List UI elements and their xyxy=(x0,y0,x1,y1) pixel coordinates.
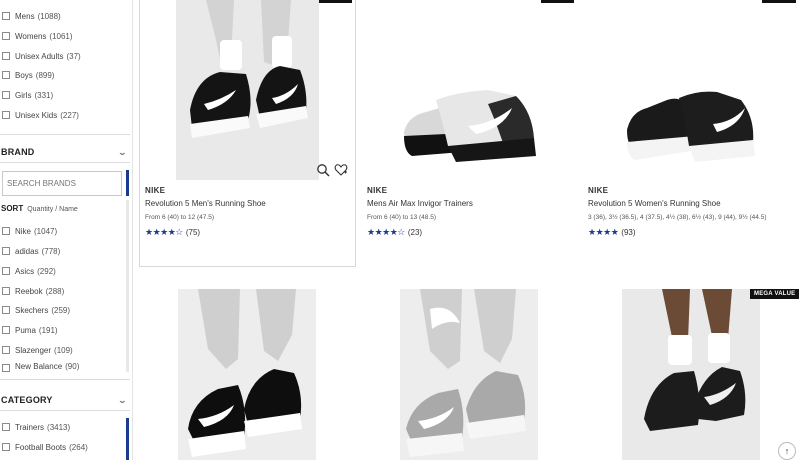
product-name[interactable]: Revolution 5 Men's Running Shoe xyxy=(145,199,266,208)
brand-search-input[interactable] xyxy=(2,171,122,196)
sort-label: SORT xyxy=(1,204,24,213)
rating-stars: ★★★★☆ xyxy=(367,227,405,237)
checkbox[interactable] xyxy=(2,326,10,334)
filter-gender-womens[interactable]: Womens (1061) xyxy=(2,29,73,43)
checkbox[interactable] xyxy=(2,91,10,99)
checkbox[interactable] xyxy=(2,306,10,314)
brand-list-scrollbar[interactable] xyxy=(126,200,129,372)
product-photo xyxy=(176,0,319,180)
product-image[interactable] xyxy=(622,289,760,460)
checkbox[interactable] xyxy=(2,423,10,431)
chevron-down-icon[interactable]: ⌄ xyxy=(118,396,128,405)
product-brand: NIKE xyxy=(588,186,609,195)
divider xyxy=(0,379,130,380)
filter-brand-skechers[interactable]: Skechers (259) xyxy=(2,303,70,317)
product-rating: ★★★★☆ (23) xyxy=(367,227,422,238)
product-sizes: From 6 (40) to 13 (48.5) xyxy=(367,214,436,221)
filter-gender-girls[interactable]: Girls (331) xyxy=(2,88,53,102)
review-count: (93) xyxy=(621,228,636,237)
product-rating: ★★★★ (93) xyxy=(588,227,636,238)
brand-section-header[interactable]: BRAND ⌄ xyxy=(0,144,130,160)
checkbox[interactable] xyxy=(2,267,10,275)
filter-brand-asics[interactable]: Asics (292) xyxy=(2,264,56,278)
review-count: (23) xyxy=(407,228,423,237)
checkbox[interactable] xyxy=(2,111,10,119)
product-photo xyxy=(400,289,538,460)
filter-gender-mens[interactable]: Mens (1088) xyxy=(2,9,61,23)
category-section-title: CATEGORY xyxy=(1,395,53,405)
product-photo xyxy=(622,289,760,460)
filter-gender-boys[interactable]: Boys (899) xyxy=(2,68,54,82)
checkbox[interactable] xyxy=(2,443,10,451)
mega-value-badge: MEGA VALUE xyxy=(750,289,800,299)
product-photo xyxy=(404,90,536,162)
category-list-scroll-thumb[interactable] xyxy=(126,418,129,460)
product-rating: ★★★★☆ (75) xyxy=(145,227,200,238)
heart-plus-icon[interactable] xyxy=(334,163,348,177)
product-photo xyxy=(627,91,755,162)
filter-brand-new-balance[interactable]: New Balance (90) xyxy=(2,362,79,373)
product-name[interactable]: Revolution 5 Women's Running Shoe xyxy=(588,199,721,208)
category-section-header[interactable]: CATEGORY ⌄ xyxy=(0,392,130,408)
filter-brand-nike[interactable]: Nike (1047) xyxy=(2,224,57,238)
sort-options[interactable]: Quantity / Name xyxy=(27,206,78,213)
product-image[interactable] xyxy=(178,289,316,460)
checkbox[interactable] xyxy=(2,346,10,354)
rating-stars: ★★★★☆ xyxy=(145,227,183,237)
brand-search-scroll-thumb[interactable] xyxy=(126,170,129,196)
divider xyxy=(0,410,130,411)
filter-gender-unisex-adults[interactable]: Unisex Adults (37) xyxy=(2,49,81,63)
filter-brand-slazenger[interactable]: Slazenger (109) xyxy=(2,343,73,357)
checkbox[interactable] xyxy=(2,12,10,20)
brand-section-title: BRAND xyxy=(1,147,35,157)
product-image[interactable] xyxy=(396,0,541,180)
product-photo xyxy=(178,289,316,460)
search-icon[interactable] xyxy=(316,163,330,177)
rating-stars: ★★★★ xyxy=(588,227,619,237)
checkbox[interactable] xyxy=(2,32,10,40)
chevron-down-icon[interactable]: ⌄ xyxy=(118,148,128,157)
checkbox[interactable] xyxy=(2,287,10,295)
checkbox[interactable] xyxy=(2,247,10,255)
arrow-up-icon[interactable]: ↑ xyxy=(778,442,796,460)
checkbox[interactable] xyxy=(2,52,10,60)
product-image[interactable] xyxy=(617,0,762,180)
filter-category-trainers[interactable]: Trainers (3413) xyxy=(2,420,70,434)
checkbox[interactable] xyxy=(2,71,10,79)
filter-brand-reebok[interactable]: Reebok (288) xyxy=(2,284,64,298)
product-sizes: From 6 (40) to 12 (47.5) xyxy=(145,214,214,221)
product-sizes: 3 (36), 3½ (36.5), 4 (37.5), 4½ (38), 6½… xyxy=(588,214,767,221)
divider xyxy=(0,162,130,163)
back-to-top-label: ↑ xyxy=(784,446,790,456)
filter-brand-adidas[interactable]: adidas (778) xyxy=(2,244,60,258)
brand-sort-row[interactable]: SORT Quantity / Name xyxy=(1,204,78,213)
divider xyxy=(0,134,130,135)
review-count: (75) xyxy=(185,228,201,237)
product-brand: NIKE xyxy=(367,186,388,195)
product-name[interactable]: Mens Air Max Invigor Trainers xyxy=(367,199,473,208)
filter-brand-puma[interactable]: Puma (191) xyxy=(2,323,58,337)
filter-category-football-boots[interactable]: Football Boots (264) xyxy=(2,440,88,454)
product-image[interactable] xyxy=(400,289,538,460)
product-image[interactable] xyxy=(176,0,319,180)
checkbox[interactable] xyxy=(2,227,10,235)
filter-gender-unisex-kids[interactable]: Unisex Kids (227) xyxy=(2,108,79,122)
filter-sidebar: Mens (1088) Womens (1061) Unisex Adults (37… xyxy=(0,0,133,460)
product-brand: NIKE xyxy=(145,186,166,195)
checkbox[interactable] xyxy=(2,364,10,372)
